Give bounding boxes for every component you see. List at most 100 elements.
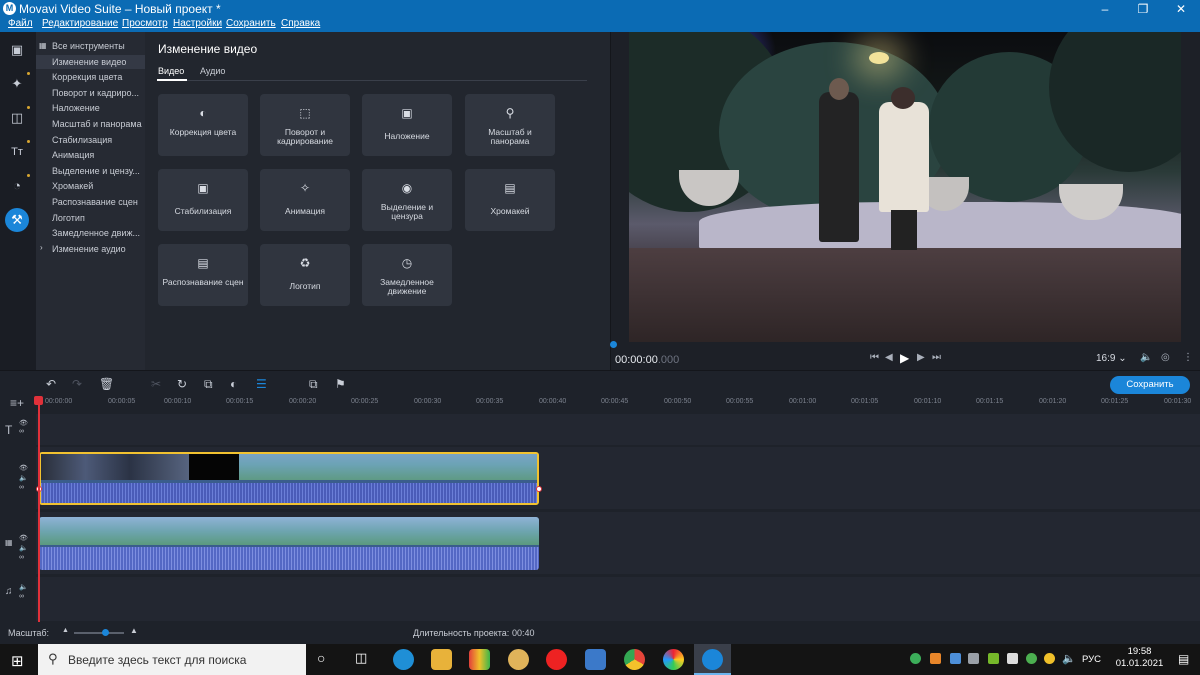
- undo-icon[interactable]: ↶: [46, 377, 56, 391]
- tool-audio-edit[interactable]: Изменение аудио: [52, 244, 144, 254]
- title-track[interactable]: [36, 414, 1200, 445]
- zoom-in-icon[interactable]: ▲: [130, 626, 138, 635]
- close-icon[interactable]: ✕: [1162, 0, 1200, 18]
- titles-icon[interactable]: Tт: [5, 140, 29, 164]
- tools-icon[interactable]: ⚒: [5, 208, 29, 232]
- card-slow-motion[interactable]: ◷ Замедленное движение: [362, 244, 452, 306]
- menu-view[interactable]: Просмотр: [122, 18, 168, 29]
- chrome-icon[interactable]: [624, 649, 645, 670]
- redo-icon[interactable]: ↷: [72, 377, 82, 391]
- nvidia-icon[interactable]: [988, 653, 999, 664]
- visibility-eye-icon[interactable]: 👁: [19, 534, 28, 542]
- cortana-icon[interactable]: ○: [317, 650, 325, 666]
- tab-video[interactable]: Видео: [158, 66, 184, 76]
- tool-stabilization[interactable]: Стабилизация: [52, 135, 144, 145]
- scale-slider-thumb[interactable]: [102, 629, 109, 636]
- skip-start-icon[interactable]: ⏮: [870, 352, 879, 363]
- card-scene-detect[interactable]: ▤ Распознавание сцен: [158, 244, 248, 306]
- delete-icon[interactable]: 🗑: [99, 377, 114, 391]
- taskbar-search[interactable]: ⚲ Введите здесь текст для поиска: [38, 644, 306, 675]
- task-view-icon[interactable]: ◫: [355, 650, 367, 666]
- tool-censor[interactable]: Выделение и цензу...: [52, 166, 144, 176]
- tool-slow-motion[interactable]: Замедленное движ...: [52, 228, 144, 238]
- tab-audio[interactable]: Аудио: [200, 66, 225, 76]
- tool-overlay[interactable]: Наложение: [52, 103, 144, 113]
- card-overlay[interactable]: ▣ Наложение: [362, 94, 452, 156]
- link-icon[interactable]: ∞: [19, 593, 24, 600]
- visibility-eye-icon[interactable]: 👁: [19, 464, 28, 472]
- timeline-ruler[interactable]: 00:00:00 00:00:05 00:00:10 00:00:15 00:0…: [38, 396, 1200, 412]
- save-button[interactable]: Сохранить: [1110, 376, 1190, 394]
- windows-start-icon[interactable]: ⊞: [11, 652, 24, 670]
- timeline-scrubber-handle[interactable]: [610, 341, 617, 348]
- tray-icon[interactable]: [910, 653, 921, 664]
- tool-rotate-crop[interactable]: Поворот и кадриро...: [52, 88, 144, 98]
- tool-video-edit[interactable]: Изменение видео: [36, 55, 145, 69]
- notifications-icon[interactable]: ▤: [1178, 652, 1189, 666]
- tool-chromakey[interactable]: Хромакей: [52, 181, 144, 191]
- fade-handle-right[interactable]: [536, 486, 542, 492]
- edge-icon[interactable]: [393, 649, 414, 670]
- menu-file[interactable]: Файл: [8, 18, 33, 29]
- transitions-icon[interactable]: ◫: [5, 106, 29, 130]
- yandex-browser-icon[interactable]: [546, 649, 567, 670]
- tool-scene-detect[interactable]: Распознавание сцен: [52, 197, 144, 207]
- add-track-icon[interactable]: ≡+: [10, 396, 24, 410]
- filters-icon[interactable]: ✦: [5, 72, 29, 96]
- card-chromakey[interactable]: ▤ Хромакей: [465, 169, 555, 231]
- stickers-icon[interactable]: ◔: [5, 174, 29, 198]
- tool-color-correction[interactable]: Коррекция цвета: [52, 72, 144, 82]
- menu-edit[interactable]: Редактирование: [42, 18, 118, 29]
- volume-icon[interactable]: 🔈: [1140, 352, 1152, 363]
- scale-slider[interactable]: [74, 632, 124, 634]
- tool-logo[interactable]: Логотип: [52, 213, 144, 223]
- paint-icon[interactable]: [508, 649, 529, 670]
- card-rotate-crop[interactable]: ⬚ Поворот и кадрирование: [260, 94, 350, 156]
- link-icon[interactable]: ∞: [19, 554, 24, 561]
- overlay-clip[interactable]: [39, 517, 539, 570]
- maximize-icon[interactable]: ❐: [1124, 0, 1162, 18]
- snapshot-icon[interactable]: ◎: [1161, 352, 1170, 363]
- tray-icon[interactable]: [1026, 653, 1037, 664]
- movavi-taskbar-icon[interactable]: [702, 649, 723, 670]
- music-track[interactable]: [36, 577, 1200, 621]
- minimize-icon[interactable]: –: [1086, 0, 1124, 18]
- crop-tool-icon[interactable]: ⧉: [204, 377, 213, 392]
- mute-icon[interactable]: 🔈: [19, 544, 28, 552]
- tray-icon[interactable]: [1007, 653, 1018, 664]
- color-adjust-icon[interactable]: ◐: [230, 377, 237, 391]
- link-icon[interactable]: ∞: [19, 428, 24, 435]
- card-zoom-pan[interactable]: ⚲ Масштаб и панорама: [465, 94, 555, 156]
- photos-app-icon[interactable]: [663, 649, 684, 670]
- visibility-eye-icon[interactable]: 👁: [19, 419, 28, 427]
- tool-all[interactable]: Все инструменты: [52, 41, 144, 51]
- next-frame-icon[interactable]: ▶: [917, 352, 925, 363]
- tool-animation[interactable]: Анимация: [52, 150, 144, 160]
- clip-properties-icon[interactable]: ☰: [256, 377, 267, 391]
- language-indicator[interactable]: РУС: [1082, 654, 1101, 665]
- taskbar-clock[interactable]: 19:58 01.01.2021: [1112, 646, 1167, 670]
- playhead[interactable]: [38, 396, 40, 622]
- app-icon-colorful[interactable]: [469, 649, 490, 670]
- tray-icon[interactable]: [968, 653, 979, 664]
- marker-flag-icon[interactable]: ⚑: [335, 377, 346, 391]
- file-explorer-icon[interactable]: [431, 649, 452, 670]
- more-icon[interactable]: ⋮: [1183, 352, 1193, 363]
- import-icon[interactable]: ▣: [5, 38, 29, 62]
- tray-icon[interactable]: [1044, 653, 1055, 664]
- card-logo[interactable]: ♻ Логотип: [260, 244, 350, 306]
- tool-zoom-pan[interactable]: Масштаб и панорама: [52, 119, 144, 129]
- prev-frame-icon[interactable]: ◀: [885, 352, 893, 363]
- cut-icon[interactable]: ✂: [151, 377, 161, 391]
- mute-icon[interactable]: 🔈: [19, 474, 28, 482]
- menu-help[interactable]: Справка: [281, 18, 320, 29]
- aspect-ratio-select[interactable]: 16:9 ⌄: [1096, 353, 1127, 364]
- pip-icon[interactable]: ⧉: [309, 377, 318, 392]
- volume-tray-icon[interactable]: 🔈: [1062, 652, 1076, 665]
- link-icon[interactable]: ∞: [19, 484, 24, 491]
- zoom-out-icon[interactable]: ▲: [62, 627, 69, 634]
- skip-end-icon[interactable]: ⏭: [932, 352, 941, 363]
- app-icon-blue[interactable]: [585, 649, 606, 670]
- rotate-icon[interactable]: ↻: [177, 377, 187, 391]
- menu-save[interactable]: Сохранить: [226, 18, 276, 29]
